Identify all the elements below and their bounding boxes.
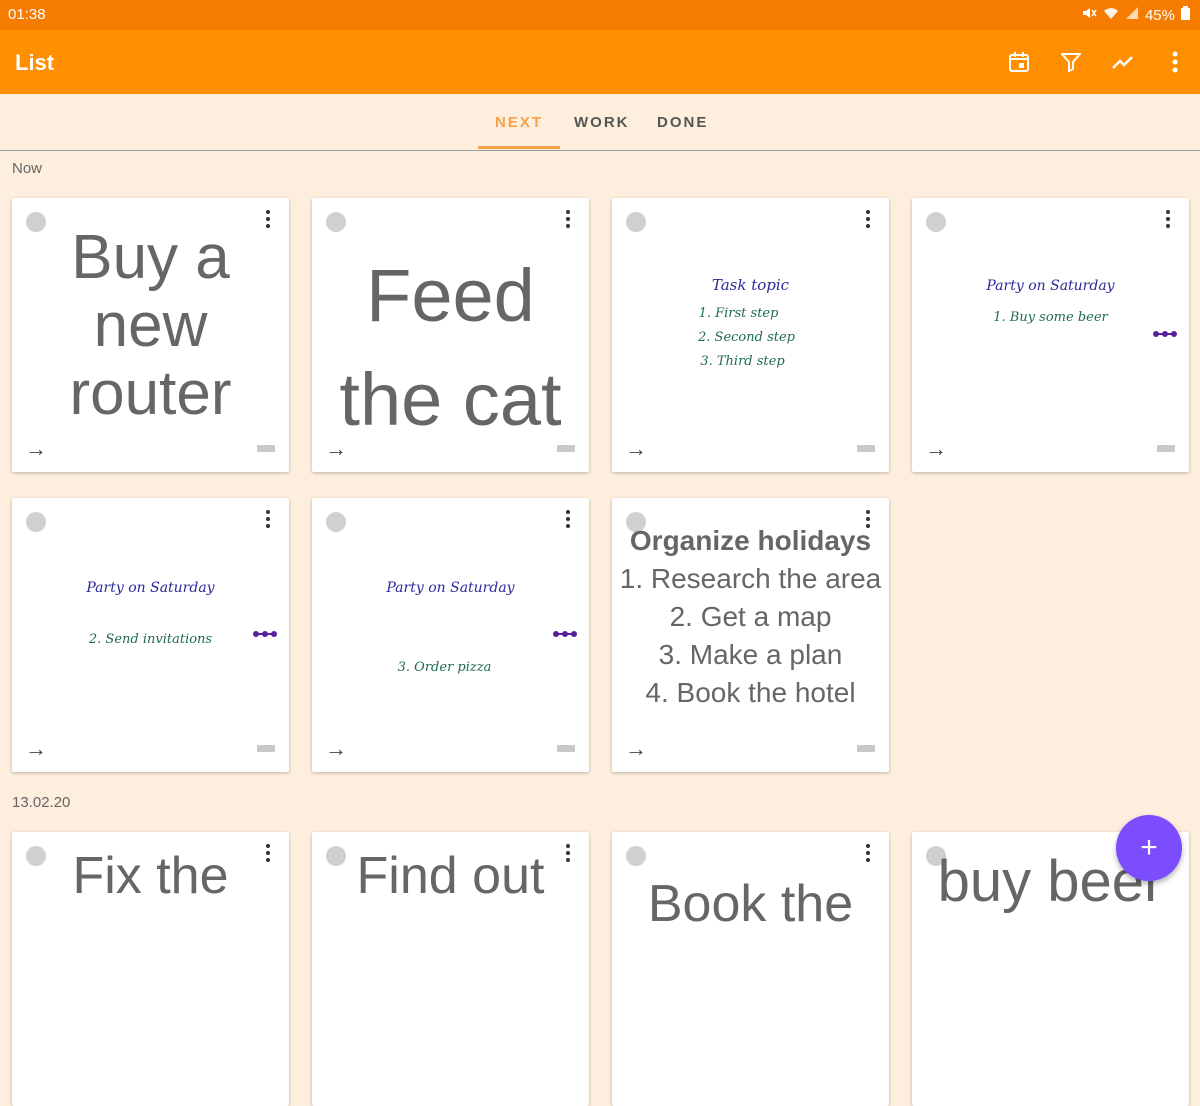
filter-icon[interactable] (1058, 48, 1084, 76)
card-text-list: Organize holidays 1. Research the area 2… (612, 522, 889, 712)
plus-icon: + (1140, 831, 1158, 864)
status-bar: 01:38 45% (0, 0, 1200, 30)
task-card[interactable]: Buy a new router → (12, 198, 289, 472)
handwritten-title: Party on Saturday (986, 278, 1115, 294)
status-icons: 45% (1081, 5, 1190, 25)
task-checkbox[interactable] (326, 512, 346, 532)
arrow-right-icon[interactable]: → (25, 738, 47, 760)
calendar-icon[interactable] (1006, 48, 1032, 76)
app-bar: List (0, 30, 1200, 94)
drag-handle-icon[interactable] (557, 445, 575, 452)
trending-icon[interactable] (1110, 48, 1136, 76)
handwritten-line: 1. Buy some beer (993, 310, 1108, 325)
ink-dots-icon (1153, 331, 1177, 337)
list-item: 1. Research the area (619, 563, 882, 595)
card-menu-icon[interactable] (265, 510, 271, 528)
card-menu-icon[interactable] (865, 210, 871, 228)
task-card[interactable]: Party on Saturday 3. Order pizza → (312, 498, 589, 772)
card-text: Find out (356, 847, 545, 905)
more-vert-icon[interactable] (1162, 48, 1188, 76)
drag-handle-icon[interactable] (857, 745, 875, 752)
tab-done[interactable]: DONE (657, 114, 708, 131)
arrow-right-icon[interactable]: → (25, 438, 47, 460)
section-header-now: Now (12, 160, 43, 177)
handwritten-line: 3. Third step (700, 354, 785, 369)
card-menu-icon[interactable] (865, 844, 871, 862)
mute-icon (1081, 5, 1097, 25)
signal-icon (1125, 6, 1139, 24)
handwritten-line: 2. Second step (698, 330, 795, 345)
list-item: 2. Get a map (669, 601, 832, 633)
list-item: 4. Book the hotel (645, 677, 856, 709)
arrow-right-icon[interactable]: → (925, 438, 947, 460)
task-card[interactable]: Find out (312, 832, 589, 1106)
active-tab-indicator (478, 146, 560, 149)
ink-dots-icon (553, 631, 577, 637)
drag-handle-icon[interactable] (857, 445, 875, 452)
ink-dots-icon (253, 631, 277, 637)
arrow-right-icon[interactable]: → (325, 738, 347, 760)
app-bar-actions (1006, 48, 1188, 76)
card-menu-icon[interactable] (1165, 210, 1171, 228)
task-card[interactable]: Party on Saturday 1. Buy some beer → (912, 198, 1189, 472)
handwritten-title: Party on Saturday (386, 580, 515, 596)
arrow-right-icon[interactable]: → (625, 738, 647, 760)
drag-handle-icon[interactable] (257, 745, 275, 752)
drag-handle-icon[interactable] (1157, 445, 1175, 452)
task-checkbox[interactable] (626, 212, 646, 232)
tab-work[interactable]: WORK (574, 114, 630, 131)
app-title: List (15, 50, 55, 75)
status-time: 01:38 (8, 6, 46, 23)
wifi-icon (1103, 5, 1119, 25)
handwritten-line: 2. Send invitations (88, 632, 213, 647)
list-item: 3. Make a plan (658, 639, 843, 671)
card-text: Feed the cat (339, 254, 562, 441)
task-checkbox[interactable] (626, 846, 646, 866)
task-card[interactable]: Task topic 1. First step 2. Second step … (612, 198, 889, 472)
battery-level: 45% (1144, 6, 1175, 24)
tab-next[interactable]: NEXT (495, 114, 543, 131)
section-header-date: 13.02.20 (12, 794, 71, 811)
card-menu-icon[interactable] (565, 210, 571, 228)
arrow-right-icon[interactable]: → (625, 438, 647, 460)
handwritten-line: 3. Order pizza (397, 660, 492, 675)
task-checkbox[interactable] (326, 212, 346, 232)
card-text: Fix the (72, 847, 229, 905)
task-card[interactable]: Fix the (12, 832, 289, 1106)
card-menu-icon[interactable] (565, 510, 571, 528)
card-text: Buy a new router (69, 223, 232, 429)
task-card[interactable]: Organize holidays 1. Research the area 2… (612, 498, 889, 772)
task-checkbox[interactable] (926, 212, 946, 232)
handwritten-title: Task topic (711, 276, 790, 294)
tab-bar: NEXT WORK DONE (0, 94, 1200, 151)
task-checkbox[interactable] (26, 512, 46, 532)
task-card[interactable]: Party on Saturday 2. Send invitations → (12, 498, 289, 772)
drag-handle-icon[interactable] (557, 745, 575, 752)
add-task-button[interactable]: + (1116, 815, 1182, 881)
handwritten-title: Party on Saturday (86, 580, 215, 596)
card-heading: Organize holidays (629, 525, 872, 556)
arrow-right-icon[interactable]: → (325, 438, 347, 460)
drag-handle-icon[interactable] (257, 445, 275, 452)
handwritten-line: 1. First step (698, 306, 779, 321)
task-card[interactable]: Feed the cat → (312, 198, 589, 472)
card-text: Book the (647, 875, 854, 933)
battery-icon (1181, 6, 1190, 24)
task-card[interactable]: Book the (612, 832, 889, 1106)
